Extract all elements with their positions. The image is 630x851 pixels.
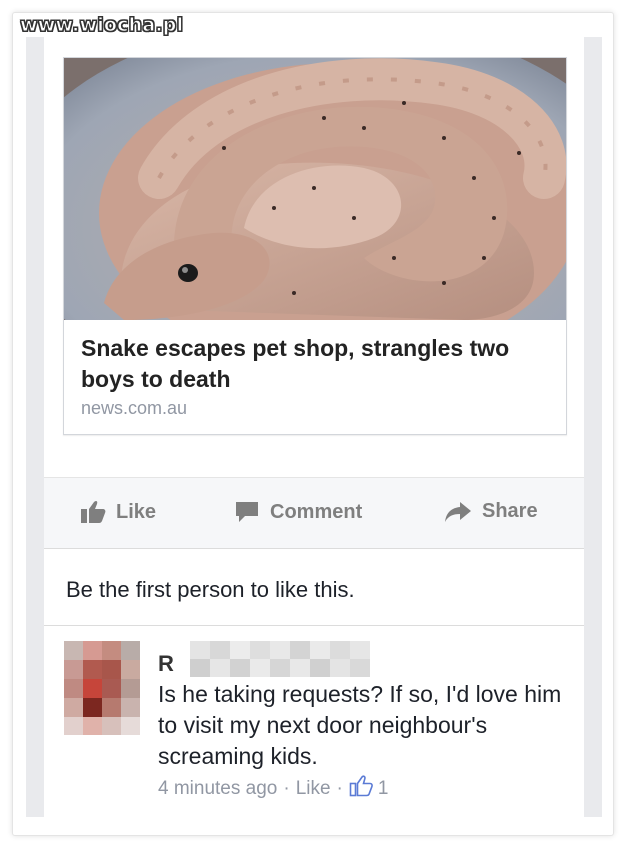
- comment-like-count[interactable]: 1: [349, 775, 389, 803]
- snake-image: [64, 58, 566, 320]
- like-label: Like: [116, 500, 157, 523]
- blurred-name-block: [190, 641, 370, 677]
- link-source: news.com.au: [81, 398, 188, 418]
- like-count: 1: [377, 778, 389, 799]
- comment-label: Comment: [270, 500, 363, 523]
- share-button[interactable]: Share: [444, 500, 538, 523]
- thumbs-up-icon: [80, 500, 106, 524]
- link-title[interactable]: Snake escapes pet shop, strangles two bo…: [81, 333, 541, 395]
- comment-meta: 4 minutes ago · Like · 1: [158, 775, 388, 803]
- comment-time[interactable]: 4 minutes ago: [158, 778, 277, 800]
- meta-separator: ·: [283, 778, 290, 799]
- commenter-name[interactable]: R: [158, 651, 174, 677]
- thumbs-up-outline-icon: [349, 775, 373, 803]
- comment-button[interactable]: Comment: [234, 500, 362, 524]
- right-gutter: [584, 37, 602, 817]
- post-card: Snake escapes pet shop, strangles two bo…: [44, 37, 584, 817]
- pixelated-avatar-image: [64, 641, 140, 735]
- likes-summary: Be the first person to like this.: [44, 549, 584, 626]
- comment-like-link[interactable]: Like: [296, 778, 331, 800]
- avatar[interactable]: [64, 641, 140, 735]
- likes-text: Be the first person to like this.: [66, 577, 355, 602]
- left-gutter: [26, 37, 44, 817]
- link-image[interactable]: [64, 58, 566, 320]
- share-label: Share: [482, 500, 538, 522]
- comment-text: Is he taking requests? If so, I'd love h…: [158, 681, 562, 769]
- share-arrow-icon: [444, 501, 472, 523]
- comment-item: R Is he taking requests? If so, I'd love…: [44, 627, 584, 817]
- link-preview[interactable]: Snake escapes pet shop, strangles two bo…: [63, 57, 567, 435]
- watermark: www.wiocha.pl: [19, 14, 184, 37]
- like-button[interactable]: Like: [80, 500, 156, 524]
- action-bar: Like Comment Share: [44, 477, 584, 549]
- meta-separator: ·: [336, 778, 343, 799]
- comment-bubble-icon: [234, 500, 260, 524]
